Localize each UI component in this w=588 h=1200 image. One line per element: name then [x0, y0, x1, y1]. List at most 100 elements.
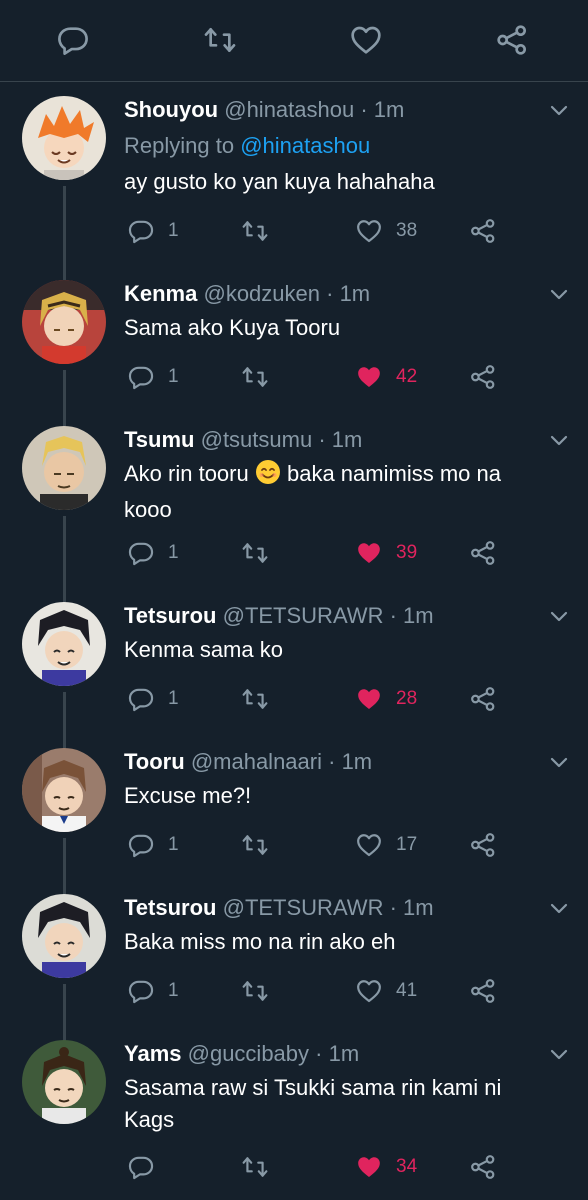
share-button[interactable]: [470, 976, 496, 1006]
like-icon[interactable]: [350, 24, 382, 56]
like-button[interactable]: 34: [356, 1152, 417, 1182]
timestamp[interactable]: · 1m: [326, 281, 370, 306]
chevron-down-icon[interactable]: [548, 432, 570, 448]
tweet-header: Tsumu @tsutsumu · 1m: [124, 426, 362, 454]
replying-to-label: Replying to: [124, 133, 235, 158]
timestamp[interactable]: · 1m: [315, 1041, 359, 1066]
like-button[interactable]: 38: [356, 216, 417, 246]
thread-line: [63, 516, 66, 604]
reply-icon: [128, 364, 154, 390]
share-icon[interactable]: [496, 24, 528, 56]
chevron-down-icon[interactable]: [548, 900, 570, 916]
like-button[interactable]: 17: [356, 830, 417, 860]
timestamp[interactable]: · 1m: [390, 895, 434, 920]
reply-button[interactable]: [128, 1152, 154, 1182]
reply-button[interactable]: 1: [128, 830, 179, 860]
tweet-text: Sasama raw si Tsukki sama rin kami ni Ka…: [124, 1072, 564, 1136]
avatar[interactable]: [22, 426, 106, 510]
avatar[interactable]: [22, 280, 106, 364]
retweet-button[interactable]: [242, 216, 268, 246]
tweet-actions: 1 17: [124, 830, 574, 860]
tweet-text: Ako rin tooru baka namimiss mo na kooo: [124, 458, 564, 526]
like-button[interactable]: 28: [356, 684, 417, 714]
tweet-actions: 1 28: [124, 684, 574, 714]
tweet-text: ay gusto ko yan kuya hahahaha: [124, 169, 435, 194]
retweet-button[interactable]: [242, 362, 268, 392]
reply-button[interactable]: 1: [128, 362, 179, 392]
chevron-down-icon[interactable]: [548, 102, 570, 118]
tweet-actions: 1 41: [124, 976, 574, 1006]
handle[interactable]: @TETSURAWR: [223, 895, 384, 920]
share-button[interactable]: [470, 538, 496, 568]
retweet-icon: [242, 686, 268, 712]
like-icon: [356, 832, 382, 858]
tweet-text: Baka miss mo na rin ako eh: [124, 929, 396, 954]
display-name[interactable]: Kenma: [124, 281, 197, 306]
reply-icon[interactable]: [57, 24, 89, 56]
share-button[interactable]: [470, 830, 496, 860]
retweet-button[interactable]: [242, 538, 268, 568]
handle[interactable]: @guccibaby: [188, 1041, 309, 1066]
display-name[interactable]: Yams: [124, 1041, 182, 1066]
thread-line: [63, 370, 66, 428]
reply-button[interactable]: 1: [128, 538, 179, 568]
timestamp[interactable]: · 1m: [318, 427, 362, 452]
display-name[interactable]: Tooru: [124, 749, 185, 774]
chevron-down-icon[interactable]: [548, 608, 570, 624]
share-icon: [470, 364, 496, 390]
chevron-down-icon[interactable]: [548, 1046, 570, 1062]
avatar[interactable]: [22, 96, 106, 180]
timestamp[interactable]: · 1m: [390, 603, 434, 628]
retweet-button[interactable]: [242, 1152, 268, 1182]
share-icon: [470, 686, 496, 712]
reply-button[interactable]: 1: [128, 216, 179, 246]
chevron-down-icon[interactable]: [548, 286, 570, 302]
reply-button[interactable]: 1: [128, 976, 179, 1006]
display-name[interactable]: Shouyou: [124, 97, 218, 122]
share-button[interactable]: [470, 362, 496, 392]
smiling-face-emoji: [255, 459, 281, 494]
handle[interactable]: @mahalnaari: [191, 749, 322, 774]
like-button[interactable]: 39: [356, 538, 417, 568]
display-name[interactable]: Tetsurou: [124, 895, 216, 920]
retweet-button[interactable]: [242, 976, 268, 1006]
chevron-down-icon[interactable]: [548, 754, 570, 770]
handle[interactable]: @kodzuken: [203, 281, 320, 306]
tweet-header: Kenma @kodzuken · 1m: [124, 280, 370, 308]
timestamp[interactable]: · 1m: [328, 749, 372, 774]
like-count: 39: [396, 542, 418, 563]
like-count: 17: [396, 834, 418, 855]
avatar[interactable]: [22, 1040, 106, 1124]
reply-icon: [128, 540, 154, 566]
share-button[interactable]: [470, 216, 496, 246]
share-button[interactable]: [470, 684, 496, 714]
like-icon-filled: [356, 364, 382, 390]
like-button[interactable]: 42: [356, 362, 417, 392]
like-count: 28: [396, 688, 418, 709]
share-icon: [470, 540, 496, 566]
like-icon-filled: [356, 1154, 382, 1180]
share-icon: [470, 978, 496, 1004]
like-button[interactable]: 41: [356, 976, 417, 1006]
tweet-header: Tooru @mahalnaari · 1m: [124, 748, 372, 776]
reply-button[interactable]: 1: [128, 684, 179, 714]
mention-link[interactable]: @hinatashou: [240, 133, 370, 158]
reply-count: 1: [168, 542, 179, 563]
avatar[interactable]: [22, 748, 106, 832]
tweet-text-part: kooo: [124, 497, 172, 522]
handle[interactable]: @hinatashou: [224, 97, 354, 122]
tweet-text-part: Ako rin tooru: [124, 461, 249, 486]
handle[interactable]: @TETSURAWR: [223, 603, 384, 628]
handle[interactable]: @tsutsumu: [201, 427, 313, 452]
retweet-button[interactable]: [242, 684, 268, 714]
display-name[interactable]: Tsumu: [124, 427, 194, 452]
retweet-button[interactable]: [242, 830, 268, 860]
tweet-actions: 1 38: [124, 216, 574, 246]
display-name[interactable]: Tetsurou: [124, 603, 216, 628]
avatar[interactable]: [22, 602, 106, 686]
share-button[interactable]: [470, 1152, 496, 1182]
avatar[interactable]: [22, 894, 106, 978]
retweet-icon[interactable]: [204, 24, 236, 56]
timestamp[interactable]: · 1m: [360, 97, 404, 122]
like-icon-filled: [356, 686, 382, 712]
